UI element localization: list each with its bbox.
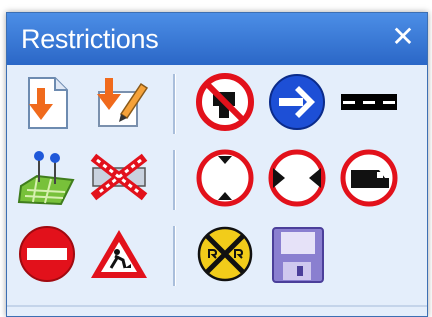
width-limit-icon bbox=[268, 149, 326, 207]
save-button[interactable] bbox=[265, 222, 329, 286]
edit-import-icon bbox=[97, 78, 149, 127]
closed-road-icon bbox=[90, 153, 148, 201]
window-title: Restrictions bbox=[21, 24, 159, 54]
close-button[interactable]: ✕ bbox=[389, 21, 417, 53]
roadworks-button[interactable] bbox=[87, 222, 151, 286]
truck-restriction-button[interactable] bbox=[337, 146, 401, 210]
no-entry-vehicle-button[interactable] bbox=[193, 70, 257, 134]
railroad-crossing-icon bbox=[197, 226, 253, 282]
do-not-enter-icon bbox=[19, 226, 75, 282]
restrictions-window: Restrictions ✕ bbox=[6, 12, 428, 317]
width-limit-button[interactable] bbox=[265, 146, 329, 210]
import-button[interactable] bbox=[15, 70, 79, 134]
road-segment-icon bbox=[341, 94, 397, 110]
roadworks-icon bbox=[91, 230, 147, 278]
height-limit-icon bbox=[196, 149, 254, 207]
no-entry-vehicle-icon bbox=[196, 73, 254, 131]
toolbar-bottom-border bbox=[7, 305, 427, 307]
map-points-button[interactable] bbox=[15, 146, 79, 210]
map-points-icon bbox=[17, 151, 75, 206]
import-icon bbox=[28, 77, 68, 129]
height-limit-button[interactable] bbox=[193, 146, 257, 210]
restrictions-toolbar bbox=[7, 68, 427, 307]
one-way-arrow-icon bbox=[269, 74, 325, 130]
edit-import-button[interactable] bbox=[87, 70, 151, 134]
title-bar[interactable]: Restrictions ✕ bbox=[7, 13, 427, 65]
do-not-enter-button[interactable] bbox=[15, 222, 79, 286]
truck-restriction-icon bbox=[340, 149, 398, 207]
toolbar-separator bbox=[173, 226, 176, 286]
closed-road-button[interactable] bbox=[87, 146, 151, 210]
toolbar-separator bbox=[173, 74, 176, 134]
save-icon bbox=[272, 227, 324, 283]
toolbar-separator bbox=[173, 150, 176, 210]
one-way-button[interactable] bbox=[265, 70, 329, 134]
railroad-crossing-button[interactable] bbox=[193, 222, 257, 286]
road-segment-button[interactable] bbox=[337, 70, 401, 134]
